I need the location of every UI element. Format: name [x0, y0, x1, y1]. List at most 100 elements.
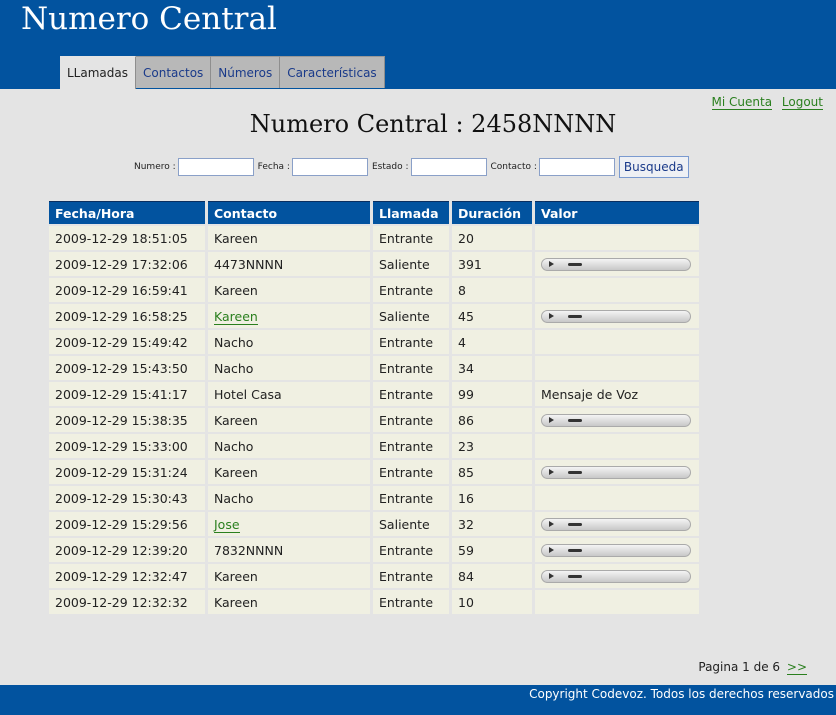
table-row: 2009-12-29 15:43:50 Nacho Entrante 34 [49, 356, 699, 380]
cell-valor [535, 278, 699, 302]
tab-llamadas[interactable]: LLamadas [60, 56, 136, 89]
seek-bar[interactable] [568, 470, 582, 474]
cell-duracion: 8 [452, 278, 532, 302]
app-title: Numero Central [21, 1, 277, 37]
play-icon[interactable] [549, 416, 554, 423]
pagination: Pagina 1 de 6 >> [698, 660, 807, 675]
audio-player[interactable] [541, 413, 691, 427]
cell-fecha-hora: 2009-12-29 15:31:24 [49, 460, 205, 484]
footer: Copyright Codevoz. Todos los derechos re… [0, 685, 836, 715]
estado-input[interactable] [410, 158, 487, 176]
seek-bar[interactable] [568, 574, 582, 578]
play-icon[interactable] [549, 260, 554, 267]
cell-contacto: Kareen [208, 460, 370, 484]
tab-numeros[interactable]: Números [211, 56, 281, 88]
col-llamada[interactable]: Llamada [373, 201, 449, 224]
seek-bar[interactable] [568, 418, 582, 422]
pagination-text: Pagina 1 de 6 [698, 660, 781, 674]
cell-valor [535, 408, 699, 432]
cell-contacto: Nacho [208, 434, 370, 458]
contact-link[interactable]: Kareen [214, 308, 258, 325]
calls-table: Fecha/Hora Contacto Llamada Duración Val… [46, 199, 702, 616]
seek-bar[interactable] [568, 522, 582, 526]
table-row: 2009-12-29 12:32:47 Kareen Entrante 84 [49, 564, 699, 588]
cell-valor [535, 590, 699, 614]
table-row: 2009-12-29 17:32:06 4473NNNN Saliente 391 [49, 252, 699, 276]
cell-llamada: Saliente [373, 304, 449, 328]
col-fecha-hora[interactable]: Fecha/Hora [49, 201, 205, 224]
cell-duracion: 16 [452, 486, 532, 510]
seek-bar[interactable] [568, 314, 582, 318]
cell-llamada: Entrante [373, 590, 449, 614]
cell-llamada: Entrante [373, 330, 449, 354]
cell-llamada: Entrante [373, 278, 449, 302]
cell-fecha-hora: 2009-12-29 17:32:06 [49, 252, 205, 276]
cell-fecha-hora: 2009-12-29 18:51:05 [49, 226, 205, 250]
cell-valor [535, 564, 699, 588]
audio-player[interactable] [541, 257, 691, 271]
audio-player[interactable] [541, 569, 691, 583]
cell-valor [535, 538, 699, 562]
cell-contacto: Kareen [208, 278, 370, 302]
play-icon[interactable] [549, 520, 554, 527]
logout-link[interactable]: Logout [781, 95, 823, 110]
search-bar: Numero : Fecha : Estado : Contacto : Bus… [134, 156, 689, 178]
col-duracion[interactable]: Duración [452, 201, 532, 224]
cell-duracion: 59 [452, 538, 532, 562]
audio-player[interactable] [541, 543, 691, 557]
cell-duracion: 86 [452, 408, 532, 432]
audio-player[interactable] [541, 309, 691, 323]
cell-contacto: Jose [208, 512, 370, 536]
cell-valor [535, 330, 699, 354]
tab-caracteristicas[interactable]: Características [280, 56, 385, 88]
cell-fecha-hora: 2009-12-29 15:38:35 [49, 408, 205, 432]
play-icon[interactable] [549, 468, 554, 475]
cell-contacto: Kareen [208, 564, 370, 588]
cell-duracion: 99 [452, 382, 532, 406]
cell-contacto: Kareen [208, 408, 370, 432]
cell-valor [535, 356, 699, 380]
seek-bar[interactable] [568, 262, 582, 266]
cell-contacto: Kareen [208, 590, 370, 614]
cell-valor [535, 434, 699, 458]
cell-valor [535, 226, 699, 250]
numero-input[interactable] [177, 158, 254, 176]
table-header-row: Fecha/Hora Contacto Llamada Duración Val… [49, 201, 699, 224]
cell-valor [535, 460, 699, 484]
cell-duracion: 34 [452, 356, 532, 380]
table-row: 2009-12-29 15:38:35 Kareen Entrante 86 [49, 408, 699, 432]
table-row: 2009-12-29 15:49:42 Nacho Entrante 4 [49, 330, 699, 354]
cell-duracion: 20 [452, 226, 532, 250]
header: Numero Central LLamadas Contactos Número… [0, 0, 836, 89]
audio-player[interactable] [541, 517, 691, 531]
cell-contacto: Nacho [208, 356, 370, 380]
play-icon[interactable] [549, 572, 554, 579]
table-row: 2009-12-29 12:39:20 7832NNNN Entrante 59 [49, 538, 699, 562]
table-row: 2009-12-29 16:59:41 Kareen Entrante 8 [49, 278, 699, 302]
fecha-input[interactable] [291, 158, 368, 176]
cell-fecha-hora: 2009-12-29 12:32:47 [49, 564, 205, 588]
cell-contacto: 4473NNNN [208, 252, 370, 276]
page-title: Numero Central : 2458NNNN [249, 110, 617, 138]
cell-duracion: 23 [452, 434, 532, 458]
my-account-link[interactable]: Mi Cuenta [711, 95, 773, 110]
contacto-input[interactable] [538, 158, 615, 176]
tab-bar: LLamadas Contactos Números Característic… [60, 56, 385, 89]
play-icon[interactable] [549, 312, 554, 319]
col-contacto[interactable]: Contacto [208, 201, 370, 224]
contact-link[interactable]: Jose [214, 516, 240, 533]
cell-duracion: 4 [452, 330, 532, 354]
audio-player[interactable] [541, 465, 691, 479]
next-page-link[interactable]: >> [786, 660, 807, 675]
cell-duracion: 32 [452, 512, 532, 536]
fecha-label: Fecha : [257, 162, 290, 172]
cell-duracion: 10 [452, 590, 532, 614]
seek-bar[interactable] [568, 548, 582, 552]
tab-contactos[interactable]: Contactos [136, 56, 212, 88]
cell-valor: Mensaje de Voz [535, 382, 699, 406]
search-button[interactable]: Busqueda [618, 156, 689, 178]
play-icon[interactable] [549, 546, 554, 553]
cell-fecha-hora: 2009-12-29 15:30:43 [49, 486, 205, 510]
table-row: 2009-12-29 15:33:00 Nacho Entrante 23 [49, 434, 699, 458]
col-valor[interactable]: Valor [535, 201, 699, 224]
